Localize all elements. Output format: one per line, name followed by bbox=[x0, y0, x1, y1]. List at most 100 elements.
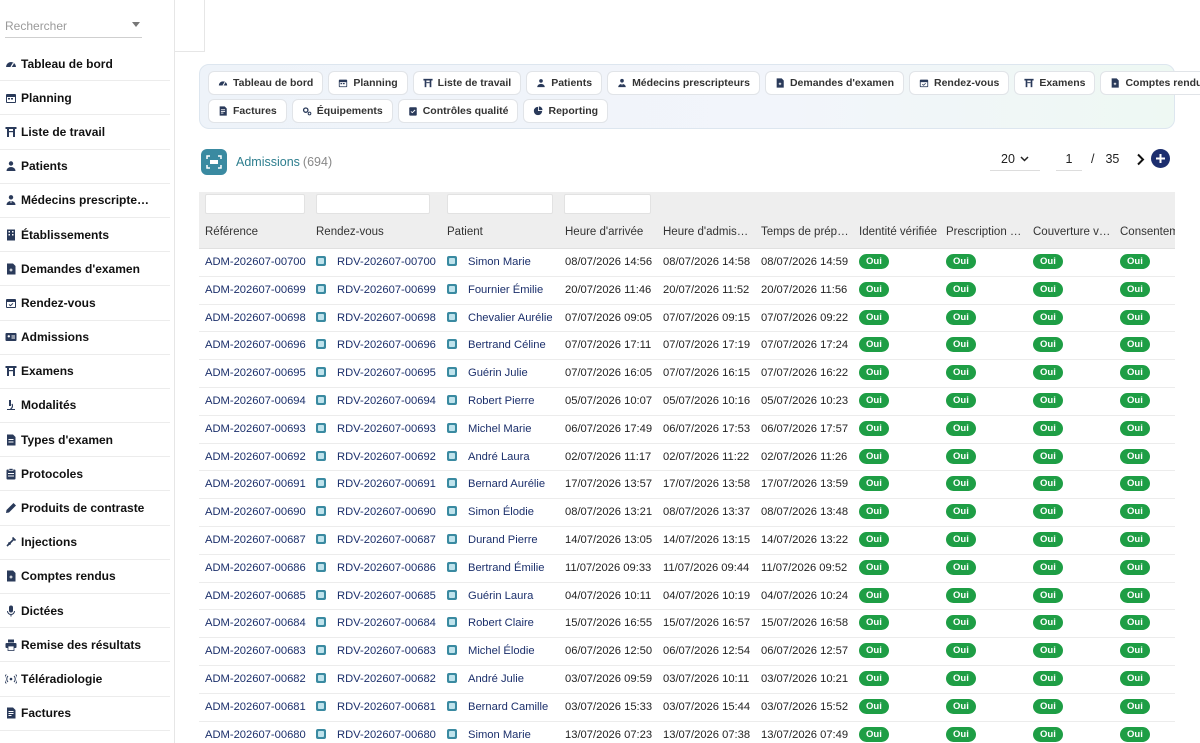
table-row[interactable]: ADM-202607-00694 RDV-202607-00694 Robert P… bbox=[199, 388, 1175, 416]
appointment-link[interactable]: RDV-202607-00699 bbox=[337, 284, 436, 296]
filter-reference-input[interactable] bbox=[205, 194, 305, 214]
patient-cell[interactable]: Chevalier Aurélie bbox=[447, 305, 559, 333]
table-row[interactable]: ADM-202607-00700 RDV-202607-00700 Simon Ma… bbox=[199, 249, 1175, 277]
patient-cell[interactable]: Michel Élodie bbox=[447, 638, 559, 666]
appointment-link[interactable]: RDV-202607-00680 bbox=[337, 729, 436, 741]
appointment-cell[interactable]: RDV-202607-00696 bbox=[316, 332, 441, 360]
admission-reference-link[interactable]: ADM-202607-00696 bbox=[205, 332, 313, 360]
appointment-link[interactable]: RDV-202607-00693 bbox=[337, 423, 436, 435]
sidebar-item-demandes-d-examen[interactable]: Demandes d'examen bbox=[0, 252, 170, 287]
patient-link[interactable]: Guérin Julie bbox=[468, 367, 528, 379]
quick-nav-tableau-de-bord[interactable]: Tableau de bord bbox=[208, 71, 324, 95]
patient-link[interactable]: Michel Marie bbox=[468, 423, 531, 435]
table-row[interactable]: ADM-202607-00691 RDV-202607-00691 Bernard … bbox=[199, 471, 1175, 500]
patient-link[interactable]: Bertrand Céline bbox=[468, 339, 546, 351]
patient-cell[interactable]: Guérin Julie bbox=[447, 360, 559, 388]
quick-nav-reporting[interactable]: Reporting bbox=[523, 99, 609, 123]
patient-link[interactable]: Simon Marie bbox=[468, 729, 531, 741]
appointment-link[interactable]: RDV-202607-00685 bbox=[337, 590, 436, 602]
admission-reference-link[interactable]: ADM-202607-00686 bbox=[205, 555, 313, 583]
column-header[interactable]: Heure d'arrivée bbox=[565, 220, 659, 249]
table-row[interactable]: ADM-202607-00696 RDV-202607-00696 Bertrand… bbox=[199, 332, 1175, 361]
add-admission-button[interactable] bbox=[1151, 149, 1170, 168]
column-header[interactable]: Rendez-vous bbox=[316, 220, 441, 249]
admission-reference-link[interactable]: ADM-202607-00694 bbox=[205, 388, 313, 416]
sidebar-item-tableau-de-bord[interactable]: Tableau de bord bbox=[0, 47, 170, 82]
appointment-link[interactable]: RDV-202607-00698 bbox=[337, 312, 436, 324]
appointment-cell[interactable]: RDV-202607-00700 bbox=[316, 249, 441, 277]
patient-cell[interactable]: Simon Élodie bbox=[447, 499, 559, 527]
quick-nav-factures[interactable]: Factures bbox=[208, 99, 287, 123]
table-row[interactable]: ADM-202607-00685 RDV-202607-00685 Guérin L… bbox=[199, 583, 1175, 611]
table-row[interactable]: ADM-202607-00693 RDV-202607-00693 Michel M… bbox=[199, 416, 1175, 444]
sidebar-item-dictees[interactable]: Dictées bbox=[0, 594, 170, 629]
admission-reference-link[interactable]: ADM-202607-00682 bbox=[205, 666, 313, 694]
patient-link[interactable]: Simon Élodie bbox=[468, 506, 534, 518]
patient-cell[interactable]: Durand Pierre bbox=[447, 527, 559, 555]
admission-reference-link[interactable]: ADM-202607-00690 bbox=[205, 499, 313, 527]
table-row[interactable]: ADM-202607-00692 RDV-202607-00692 André La… bbox=[199, 444, 1175, 472]
table-row[interactable]: ADM-202607-00681 RDV-202607-00681 Bernard … bbox=[199, 694, 1175, 722]
column-header[interactable]: Identité vérifiée bbox=[859, 220, 943, 249]
column-header[interactable]: Temps de prép… bbox=[761, 220, 855, 249]
appointment-cell[interactable]: RDV-202607-00680 bbox=[316, 722, 441, 743]
admission-reference-link[interactable]: ADM-202607-00692 bbox=[205, 444, 313, 472]
table-row[interactable]: ADM-202607-00684 RDV-202607-00684 Robert C… bbox=[199, 610, 1175, 639]
quick-nav-examens[interactable]: Examens bbox=[1014, 71, 1096, 95]
current-page-input[interactable]: 1 bbox=[1056, 147, 1082, 171]
quick-nav-medecins-prescripteurs[interactable]: Médecins prescripteurs bbox=[607, 71, 760, 95]
sidebar-item-types-d-examen[interactable]: Types d'examen bbox=[0, 423, 170, 458]
sidebar-item-examens[interactable]: Examens bbox=[0, 355, 170, 389]
patient-link[interactable]: Guérin Laura bbox=[468, 590, 533, 602]
next-page-button[interactable] bbox=[1132, 151, 1148, 167]
sidebar-item-etablissements[interactable]: Établissements bbox=[0, 218, 170, 253]
filter-arrival-input[interactable] bbox=[564, 194, 651, 214]
patient-link[interactable]: Bernard Aurélie bbox=[468, 478, 545, 490]
admission-reference-link[interactable]: ADM-202607-00695 bbox=[205, 360, 313, 388]
column-header[interactable]: Patient bbox=[447, 220, 559, 249]
sidebar-item-remise-des-resultats[interactable]: Remise des résultats bbox=[0, 628, 170, 663]
admission-reference-link[interactable]: ADM-202607-00680 bbox=[205, 722, 313, 743]
sidebar-item-factures[interactable]: Factures bbox=[0, 697, 170, 731]
appointment-cell[interactable]: RDV-202607-00691 bbox=[316, 471, 441, 499]
quick-nav-patients[interactable]: Patients bbox=[526, 71, 603, 95]
patient-cell[interactable]: Bertrand Céline bbox=[447, 332, 559, 360]
appointment-cell[interactable]: RDV-202607-00690 bbox=[316, 499, 441, 527]
sidebar-item-patients[interactable]: Patients bbox=[0, 150, 170, 184]
patient-link[interactable]: Michel Élodie bbox=[468, 645, 535, 657]
patient-cell[interactable]: Bernard Camille bbox=[447, 694, 559, 722]
appointment-cell[interactable]: RDV-202607-00693 bbox=[316, 416, 441, 444]
appointment-link[interactable]: RDV-202607-00696 bbox=[337, 339, 436, 351]
appointment-cell[interactable]: RDV-202607-00683 bbox=[316, 638, 441, 666]
patient-cell[interactable]: Bernard Aurélie bbox=[447, 471, 559, 499]
patient-link[interactable]: André Julie bbox=[468, 673, 524, 685]
appointment-link[interactable]: RDV-202607-00692 bbox=[337, 451, 436, 463]
sidebar-item-medecins-prescripte[interactable]: Médecins prescripte… bbox=[0, 184, 170, 218]
page-size-select[interactable]: 20 bbox=[990, 147, 1040, 171]
admission-reference-link[interactable]: ADM-202607-00683 bbox=[205, 638, 313, 666]
patient-cell[interactable]: Bertrand Émilie bbox=[447, 555, 559, 583]
appointment-cell[interactable]: RDV-202607-00687 bbox=[316, 527, 441, 555]
admission-reference-link[interactable]: ADM-202607-00699 bbox=[205, 277, 313, 305]
appointment-cell[interactable]: RDV-202607-00681 bbox=[316, 694, 441, 722]
sidebar-item-admissions[interactable]: Admissions bbox=[0, 321, 170, 355]
table-row[interactable]: ADM-202607-00686 RDV-202607-00686 Bertrand… bbox=[199, 555, 1175, 583]
patient-link[interactable]: Simon Marie bbox=[468, 256, 531, 268]
appointment-link[interactable]: RDV-202607-00686 bbox=[337, 562, 436, 574]
sidebar-item-teleradiologie[interactable]: Téléradiologie bbox=[0, 662, 170, 697]
admission-reference-link[interactable]: ADM-202607-00681 bbox=[205, 694, 313, 722]
admission-reference-link[interactable]: ADM-202607-00685 bbox=[205, 583, 313, 611]
appointment-link[interactable]: RDV-202607-00690 bbox=[337, 506, 436, 518]
admission-reference-link[interactable]: ADM-202607-00700 bbox=[205, 249, 313, 277]
table-row[interactable]: ADM-202607-00680 RDV-202607-00680 Simon Ma… bbox=[199, 722, 1175, 743]
table-row[interactable]: ADM-202607-00699 RDV-202607-00699 Fournier… bbox=[199, 277, 1175, 305]
sidebar-item-injections[interactable]: Injections bbox=[0, 526, 170, 560]
patient-link[interactable]: Bernard Camille bbox=[468, 701, 548, 713]
table-row[interactable]: ADM-202607-00682 RDV-202607-00682 André Ju… bbox=[199, 666, 1175, 694]
sidebar-item-produits-de-contraste[interactable]: Produits de contraste bbox=[0, 491, 170, 526]
appointment-cell[interactable]: RDV-202607-00684 bbox=[316, 610, 441, 638]
table-row[interactable]: ADM-202607-00683 RDV-202607-00683 Michel É… bbox=[199, 638, 1175, 666]
sidebar-item-planning[interactable]: Planning bbox=[0, 81, 170, 116]
table-row[interactable]: ADM-202607-00698 RDV-202607-00698 Chevalie… bbox=[199, 305, 1175, 333]
quick-nav-liste-de-travail[interactable]: Liste de travail bbox=[412, 71, 522, 95]
